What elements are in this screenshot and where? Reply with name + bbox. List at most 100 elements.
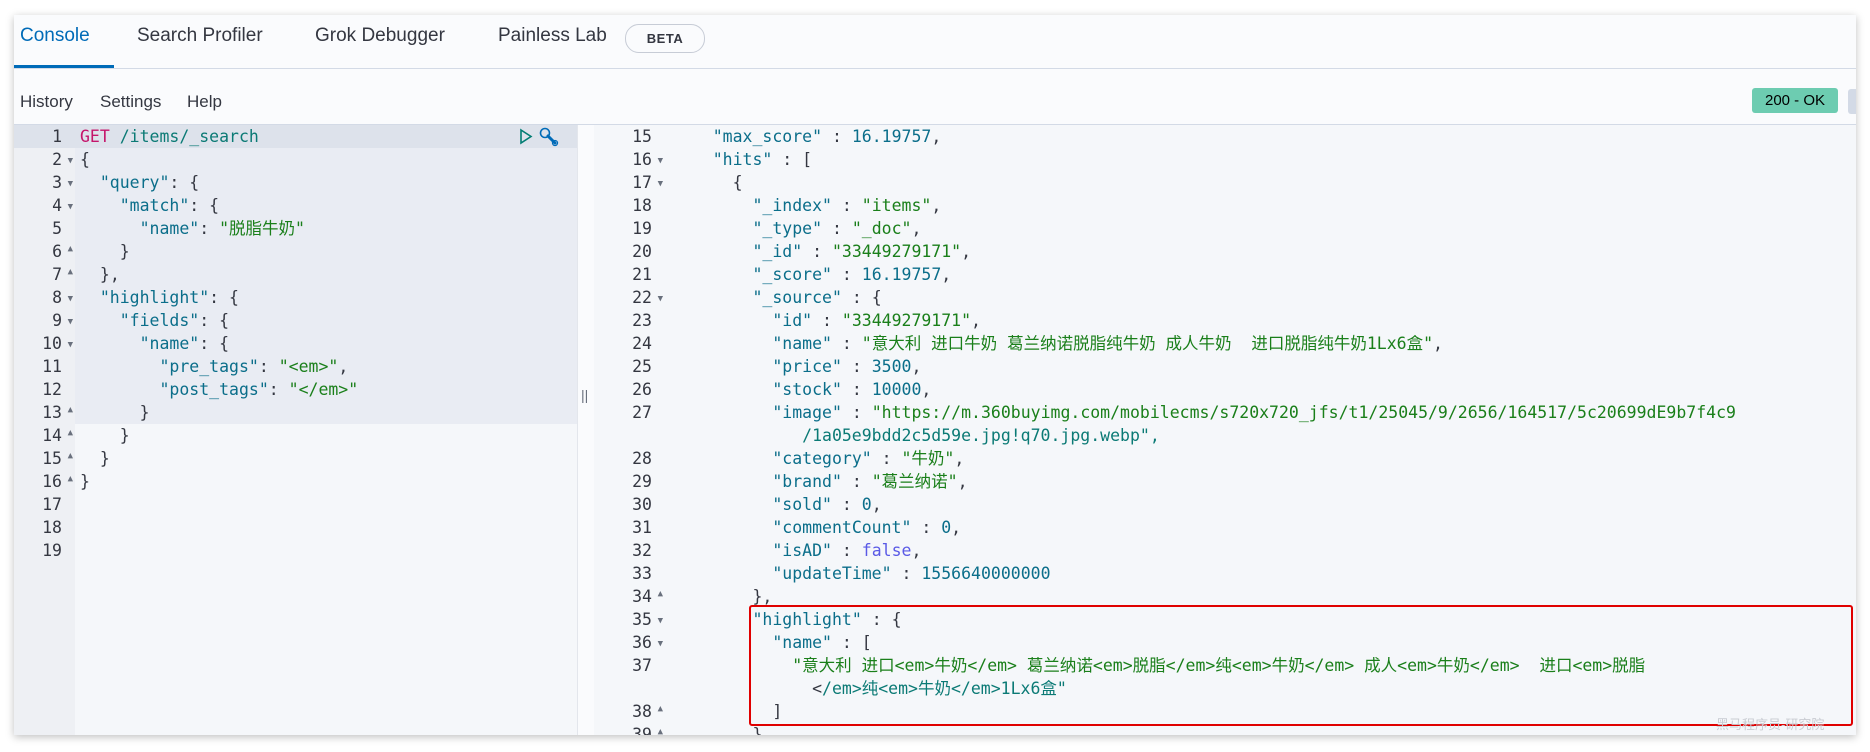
json-key: "updateTime" (772, 564, 892, 583)
json-number: 0 (941, 518, 952, 537)
punctuation (673, 541, 772, 560)
code-line: } (80, 240, 358, 263)
json-key: "name" (772, 334, 832, 353)
punctuation: : (209, 288, 220, 307)
punctuation: : (169, 173, 180, 192)
punctuation: { (219, 311, 230, 330)
code-line: "brand" : "葛兰纳诺", (673, 470, 1736, 493)
line-number: 20 (632, 242, 652, 261)
line-number: 36 ▼ (594, 631, 663, 654)
tab-search-profiler[interactable]: Search Profiler (137, 25, 263, 47)
fold-open-icon[interactable]: ▼ (68, 288, 73, 311)
code-line: "name" : "意大利 进口牛奶 葛兰纳诺脱脂纯牛奶 成人牛奶 进口脱脂纯牛… (673, 332, 1736, 355)
wrench-icon[interactable] (538, 125, 560, 148)
json-string: "https://m.360buyimg.com/mobilecms/s720x… (871, 403, 1736, 422)
punctuation (852, 196, 862, 215)
punctuation (673, 242, 752, 261)
menu-history[interactable]: History (20, 92, 73, 112)
punctuation: : (189, 196, 200, 215)
fold-close-icon[interactable]: ▲ (658, 721, 663, 735)
code-line: "price" : 3500, (673, 355, 1736, 378)
json-string: "脱脂牛奶" (219, 219, 305, 238)
punctuation: { (189, 173, 200, 192)
punctuation (673, 173, 733, 192)
fold-close-icon[interactable]: ▲ (658, 583, 663, 606)
json-key: "max_score" (712, 127, 823, 146)
punctuation: : (199, 311, 210, 330)
punctuation (842, 219, 852, 238)
fold-open-icon[interactable]: ▼ (68, 196, 73, 219)
punctuation (80, 357, 159, 376)
line-number: 29 (632, 472, 652, 491)
punctuation: } (119, 426, 130, 445)
play-icon[interactable] (519, 125, 533, 148)
menu-help[interactable]: Help (187, 92, 222, 112)
line-number: 1 (52, 127, 62, 146)
punctuation: } (752, 725, 763, 735)
punctuation (80, 403, 140, 422)
punctuation: } (99, 265, 110, 284)
drag-handle-icon: || (581, 387, 589, 403)
fold-open-icon[interactable]: ▼ (658, 633, 663, 656)
json-boolean: false (861, 541, 912, 560)
code-line: "stock" : 10000, (673, 378, 1736, 401)
json-key: "pre_tags" (159, 357, 259, 376)
punctuation: , (911, 357, 922, 376)
fold-close-icon[interactable]: ▲ (68, 261, 73, 284)
beta-badge: BETA (625, 24, 705, 53)
line-number: 18 (42, 518, 62, 537)
punctuation (673, 449, 772, 468)
fold-close-icon[interactable]: ▲ (68, 238, 73, 261)
fold-close-icon[interactable]: ▲ (68, 399, 73, 422)
tab-painless-lab[interactable]: Painless Lab (498, 25, 607, 47)
fold-open-icon[interactable]: ▼ (658, 173, 663, 196)
punctuation: } (752, 587, 763, 606)
punctuation (80, 219, 140, 238)
punctuation (673, 357, 772, 376)
request-code[interactable]: GET /items/_search { "query": { "match": … (80, 125, 358, 493)
request-line-numbers: 1 2 ▼ 3 ▼ 4 ▼ 5 6 ▲ 7 ▲ 8 ▼ 9 ▼ 10 ▼ 11 12 13 ▲ 14 ▲ 15 ▲ 16 ▲ 17 18 1… (14, 125, 73, 562)
fold-open-icon[interactable]: ▼ (68, 150, 73, 173)
punctuation (852, 265, 862, 284)
punctuation: { (80, 150, 90, 169)
punctuation: , (971, 311, 981, 330)
punctuation: { (219, 334, 230, 353)
fold-close-icon[interactable]: ▲ (658, 698, 663, 721)
punctuation (269, 357, 279, 376)
request-editor[interactable]: 1 2 ▼ 3 ▼ 4 ▼ 5 6 ▲ 7 ▲ 8 ▼ 9 ▼ 10 ▼ 11 12 13 ▲ 14 ▲ 15 ▲ 16 ▲ 17 18 1… (14, 125, 577, 735)
json-number: 0 (861, 495, 872, 514)
json-key: "category" (772, 449, 872, 468)
punctuation (80, 288, 100, 307)
punctuation (209, 334, 219, 353)
punctuation (673, 380, 772, 399)
fold-open-icon[interactable]: ▼ (658, 150, 663, 173)
response-scroll-handle[interactable] (1848, 89, 1856, 114)
menu-settings[interactable]: Settings (100, 92, 161, 112)
line-number: 17 ▼ (594, 171, 663, 194)
line-number: 16 ▼ (594, 148, 663, 171)
tab-console[interactable]: Console (20, 25, 90, 47)
code-line: GET /items/_search (80, 125, 358, 148)
fold-open-icon[interactable]: ▼ (68, 173, 73, 196)
punctuation: { (732, 173, 743, 192)
fold-close-icon[interactable]: ▲ (68, 422, 73, 445)
tab-grok-debugger[interactable]: Grok Debugger (315, 25, 445, 47)
punctuation: : (841, 472, 862, 491)
punctuation: , (931, 127, 942, 146)
punctuation (209, 311, 219, 330)
pane-resize-handle[interactable]: || (577, 125, 595, 735)
line-number: 12 (42, 380, 62, 399)
line-number: 24 (632, 334, 652, 353)
fold-close-icon[interactable]: ▲ (68, 468, 73, 491)
fold-close-icon[interactable]: ▲ (68, 445, 73, 468)
punctuation: : (841, 357, 862, 376)
fold-open-icon[interactable]: ▼ (68, 334, 73, 357)
fold-open-icon[interactable]: ▼ (658, 288, 663, 311)
line-number: 13 ▲ (14, 401, 73, 424)
fold-open-icon[interactable]: ▼ (658, 610, 663, 633)
line-number: 34 ▲ (594, 585, 663, 608)
code-line: "fields": { (80, 309, 358, 332)
fold-open-icon[interactable]: ▼ (68, 311, 73, 334)
punctuation: , (109, 265, 120, 284)
punctuation: : (812, 311, 832, 330)
